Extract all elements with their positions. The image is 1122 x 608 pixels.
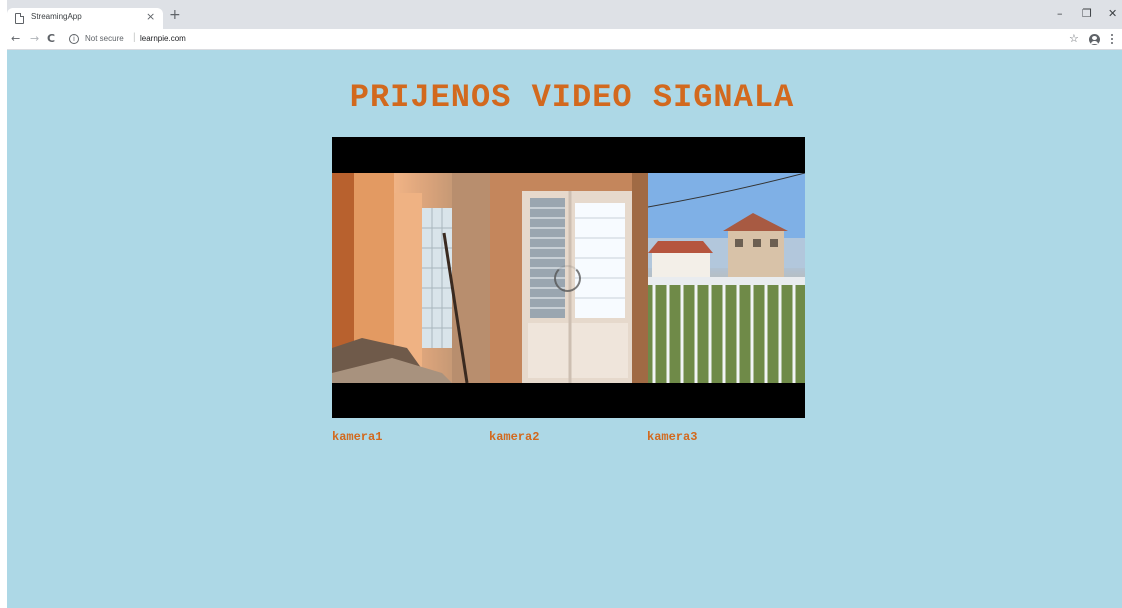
browser-window: StreamingApp × + – ❐ ✕ ← → C i Not secur… [7,0,1122,608]
tab-streamingapp[interactable]: StreamingApp × [7,8,163,29]
loading-spinner-icon [554,265,581,292]
browser-toolbar: ← → C i Not secure | learnpie.com ☆ [7,29,1122,50]
menu-icon[interactable] [1111,34,1114,46]
restore-button[interactable]: ❐ [1082,8,1092,20]
tab-strip: StreamingApp × + – ❐ ✕ [7,0,1122,29]
new-tab-button[interactable]: + [169,8,181,22]
camera-feed-2 [490,173,648,383]
page-icon [15,13,24,24]
back-button[interactable]: ← [11,32,20,46]
camera-label-2: kamera2 [489,430,540,444]
reload-button[interactable]: C [47,32,55,46]
tab-title: StreamingApp [31,12,82,21]
minimize-button[interactable]: – [1057,8,1063,20]
page-content: PRIJENOS VIDEO SIGNALA kamera1 kamera2 k… [7,50,1122,608]
security-indicator[interactable]: Not secure [85,34,124,43]
window-close-button[interactable]: ✕ [1108,8,1117,20]
camera-feed-3 [648,173,805,383]
tab-close-icon[interactable]: × [146,11,155,23]
video-player[interactable] [332,137,805,418]
url-text[interactable]: learnpie.com [140,34,186,43]
video-frame [332,173,805,383]
yard-view-image [648,173,805,383]
bookmark-star-icon[interactable]: ☆ [1069,32,1079,46]
stairwell-image [332,173,490,383]
url-separator: | [133,32,136,43]
info-icon[interactable]: i [69,34,79,44]
page-title: PRIJENOS VIDEO SIGNALA [349,79,795,116]
camera-feed-1 [332,173,490,383]
account-icon[interactable] [1089,34,1100,45]
address-bar[interactable]: i Not secure | learnpie.com [67,31,1067,48]
camera-label-3: kamera3 [647,430,698,444]
camera-label-1: kamera1 [332,430,383,444]
forward-button[interactable]: → [30,32,39,46]
